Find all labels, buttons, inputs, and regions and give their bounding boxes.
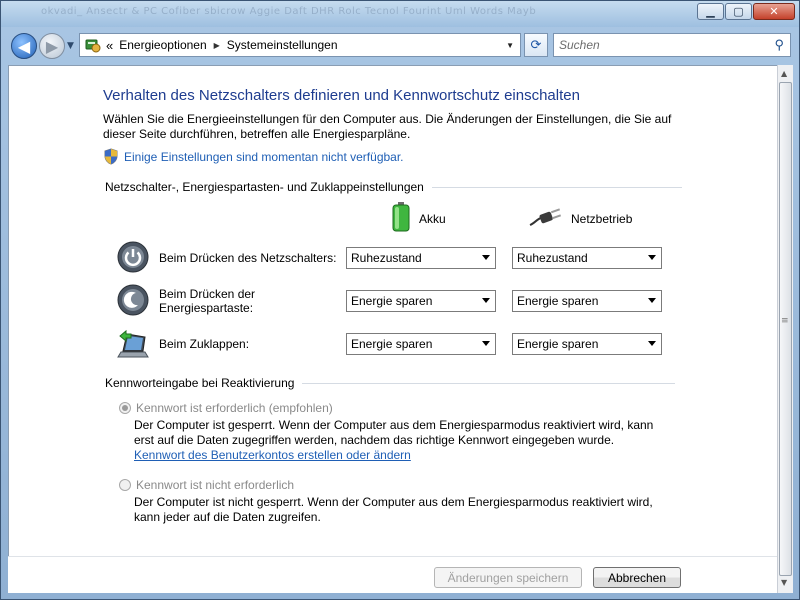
address-dropdown-icon[interactable]: ▼ (506, 41, 514, 50)
lid-close-label: Beim Zuklappen: (159, 337, 250, 351)
cancel-button[interactable]: Abbrechen (593, 567, 681, 588)
footer-bar: Änderungen speichern Abbrechen (8, 556, 777, 593)
power-settings-section-heading: Netzschalter-, Energiespartasten- und Zu… (105, 180, 682, 194)
close-button[interactable]: ✕ (753, 3, 795, 20)
uac-shield-icon (103, 148, 119, 165)
vertical-scrollbar[interactable]: ▲ ≡ ▼ (777, 65, 793, 593)
navigation-bar: ◀ ▶ ▼ « Energieoptionen ▶ Systemeinstell… (1, 28, 799, 64)
scrollbar-thumb[interactable] (779, 82, 792, 576)
chevron-down-icon (482, 341, 490, 346)
password-not-required-label: Kennwort ist nicht erforderlich (136, 478, 295, 492)
lid-close-plugged-select[interactable]: Energie sparen (512, 333, 662, 355)
title-bar[interactable]: okvadi_ Ansectr & PC Cofiber sbicrow Agg… (1, 1, 799, 27)
chevron-down-icon (648, 341, 656, 346)
save-changes-button[interactable]: Änderungen speichern (434, 567, 582, 588)
sleep-button-battery-select[interactable]: Energie sparen (346, 290, 496, 312)
column-battery-label: Akku (419, 211, 446, 226)
forward-button[interactable]: ▶ (39, 33, 65, 59)
control-panel-window: okvadi_ Ansectr & PC Cofiber sbicrow Agg… (0, 0, 800, 600)
background-tabs-text: okvadi_ Ansectr & PC Cofiber sbicrow Agg… (41, 6, 537, 17)
breadcrumb-systemeinstellungen[interactable]: Systemeinstellungen (227, 38, 338, 52)
scroll-down-icon[interactable]: ▼ (781, 578, 787, 587)
power-button-icon (117, 241, 149, 273)
power-button-plugged-value: Ruhezustand (517, 251, 588, 265)
admin-settings-link[interactable]: Einige Einstellungen sind momentan nicht… (103, 148, 404, 165)
power-plug-icon (529, 207, 563, 230)
lid-close-battery-value: Energie sparen (351, 337, 433, 351)
password-not-required-radio[interactable]: Kennwort ist nicht erforderlich (119, 478, 294, 492)
radio-unchecked-icon[interactable] (119, 479, 131, 491)
sleep-button-plugged-value: Energie sparen (517, 294, 599, 308)
lid-close-plugged-value: Energie sparen (517, 337, 599, 351)
column-plugged: Netzbetrieb (529, 207, 632, 230)
sleep-button-icon (117, 284, 149, 316)
history-dropdown-icon[interactable]: ▼ (67, 41, 74, 51)
breadcrumb-chevron-icon[interactable]: ▶ (214, 41, 220, 50)
minimize-button[interactable]: ▁ (697, 3, 724, 20)
search-placeholder: Suchen (559, 38, 600, 52)
breadcrumb-energieoptionen[interactable]: Energieoptionen (119, 38, 206, 52)
scroll-up-icon[interactable]: ▲ (781, 69, 787, 78)
section-divider (431, 186, 682, 188)
search-icon[interactable]: ⚲ (774, 37, 784, 53)
admin-settings-link-label[interactable]: Einige Einstellungen sind momentan nicht… (124, 150, 404, 164)
control-panel-icon (84, 37, 102, 53)
main-content: Verhalten des Netzschalters definieren u… (8, 65, 777, 556)
sleep-button-plugged-select[interactable]: Energie sparen (512, 290, 662, 312)
sleep-button-label: Beim Drücken der Energiespartaste: (159, 287, 256, 315)
back-button[interactable]: ◀ (11, 33, 37, 59)
page-title: Verhalten des Netzschalters definieren u… (103, 87, 580, 104)
chevron-down-icon (482, 298, 490, 303)
chevron-down-icon (648, 298, 656, 303)
chevron-down-icon (482, 255, 490, 260)
address-bar[interactable]: « Energieoptionen ▶ Systemeinstellungen … (79, 33, 521, 57)
radio-checked-icon[interactable] (119, 402, 131, 414)
laptop-lid-icon (117, 328, 149, 360)
power-button-battery-value: Ruhezustand (351, 251, 422, 265)
user-account-password-link[interactable]: Kennwort des Benutzerkontos erstellen od… (134, 448, 411, 462)
password-not-required-description: Der Computer ist nicht gesperrt. Wenn de… (134, 495, 653, 524)
password-required-description: Der Computer ist gesperrt. Wenn der Comp… (134, 418, 654, 447)
password-heading-label: Kennworteingabe bei Reaktivierung (105, 376, 295, 390)
battery-icon (391, 202, 411, 235)
column-battery: Akku (391, 202, 446, 235)
scrollbar-grip-icon: ≡ (781, 316, 789, 326)
power-settings-heading-label: Netzschalter-, Energiespartasten- und Zu… (105, 180, 424, 194)
power-button-plugged-select[interactable]: Ruhezustand (512, 247, 662, 269)
sleep-button-battery-value: Energie sparen (351, 294, 433, 308)
window-controls: ▁ ▢ ✕ (696, 3, 795, 20)
search-input[interactable]: Suchen ⚲ (553, 33, 791, 57)
refresh-button[interactable]: ⟳ (524, 33, 548, 57)
section-divider (302, 382, 676, 384)
power-button-label: Beim Drücken des Netzschalters: (159, 251, 337, 265)
address-overflow-icon[interactable]: « (106, 38, 113, 53)
password-section-heading: Kennworteingabe bei Reaktivierung (105, 376, 676, 390)
maximize-button[interactable]: ▢ (725, 3, 752, 20)
lid-close-battery-select[interactable]: Energie sparen (346, 333, 496, 355)
column-plugged-label: Netzbetrieb (571, 211, 633, 226)
password-required-label: Kennwort ist erforderlich (empfohlen) (136, 401, 333, 415)
password-required-radio[interactable]: Kennwort ist erforderlich (empfohlen) (119, 401, 333, 415)
chevron-down-icon (648, 255, 656, 260)
power-button-battery-select[interactable]: Ruhezustand (346, 247, 496, 269)
page-description: Wählen Sie die Energieeinstellungen für … (103, 112, 672, 141)
